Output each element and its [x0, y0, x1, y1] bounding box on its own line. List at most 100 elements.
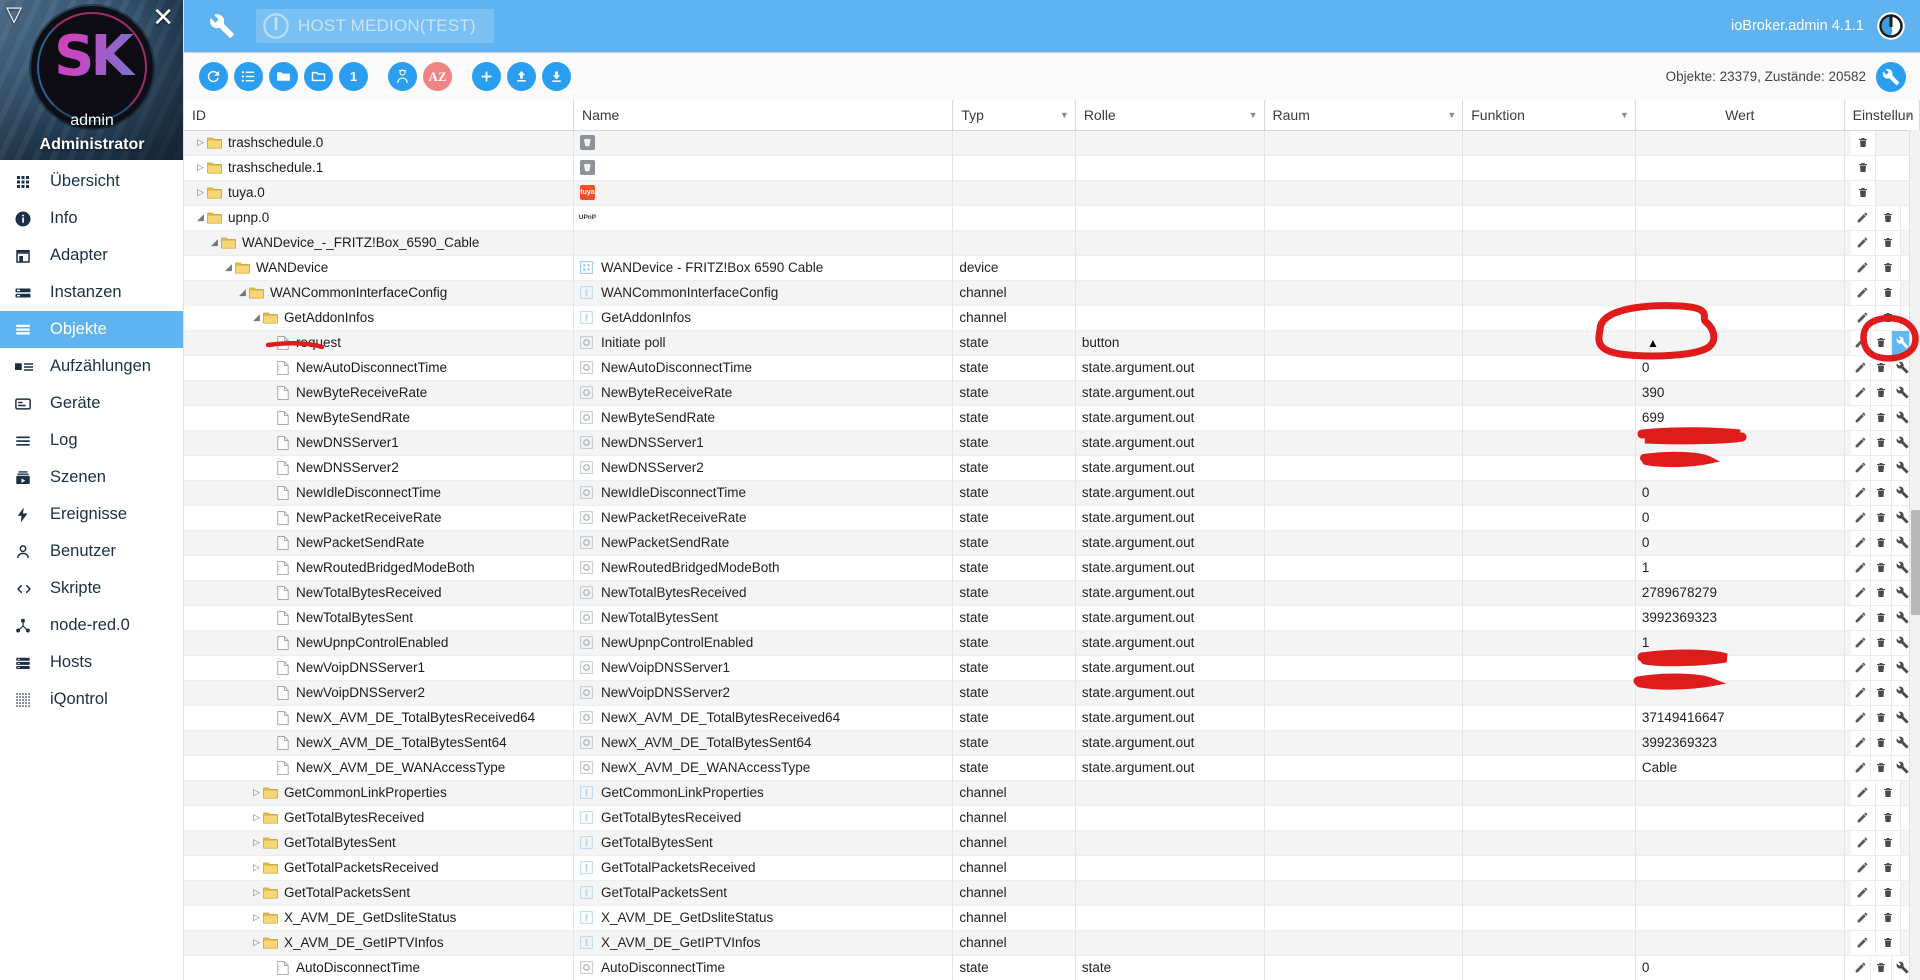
- cell-value[interactable]: [1635, 130, 1845, 156]
- delete-button[interactable]: [1871, 480, 1893, 504]
- table-row[interactable]: NewTotalBytesSent NewTotalBytesSent state s…: [184, 605, 1920, 631]
- sidebar-item-iqontrol[interactable]: iQontrol: [0, 681, 183, 718]
- cell-value[interactable]: [1635, 255, 1845, 281]
- chevron-down-icon[interactable]: ▼: [1447, 110, 1456, 120]
- table-row[interactable]: ◢ upnp.0 UPnP: [184, 205, 1920, 231]
- edit-button[interactable]: [1850, 255, 1876, 279]
- cell-value[interactable]: [1635, 880, 1845, 906]
- cell-id[interactable]: ▷ X_AVM_DE_GetDsliteStatus: [184, 905, 574, 931]
- cell-value[interactable]: [1635, 180, 1845, 206]
- edit-button[interactable]: [1850, 455, 1872, 479]
- delete-button[interactable]: [1871, 630, 1893, 654]
- wrench-icon[interactable]: [200, 13, 244, 39]
- delete-button[interactable]: [1871, 580, 1893, 604]
- chevron-down-icon[interactable]: ◢: [222, 262, 235, 273]
- cell-value[interactable]: [1635, 930, 1845, 956]
- table-row[interactable]: NewX_AVM_DE_TotalBytesSent64 NewX_AVM_DE_…: [184, 730, 1920, 756]
- cell-id[interactable]: NewPacketSendRate: [184, 530, 574, 556]
- delete-button[interactable]: [1875, 805, 1901, 829]
- delete-button[interactable]: [1871, 430, 1893, 454]
- delete-button[interactable]: [1875, 880, 1901, 904]
- cell-value[interactable]: [1635, 305, 1845, 331]
- edit-button[interactable]: [1850, 355, 1872, 379]
- chevron-down-icon[interactable]: ▼: [1060, 110, 1069, 120]
- sidebar-item-instanzen[interactable]: Instanzen: [0, 274, 183, 311]
- cell-id[interactable]: ▷ GetTotalBytesReceived: [184, 805, 574, 831]
- cell-id[interactable]: ◢ WANDevice_-_FRITZ!Box_6590_Cable: [184, 230, 574, 256]
- chevron-down-icon[interactable]: ◢: [194, 212, 207, 223]
- cell-value[interactable]: [1635, 455, 1845, 481]
- cell-value[interactable]: [1635, 280, 1845, 306]
- cell-id[interactable]: NewDNSServer2: [184, 455, 574, 481]
- cell-id[interactable]: ▷ trashschedule.0: [184, 130, 574, 156]
- edit-button[interactable]: [1850, 755, 1872, 779]
- cell-value[interactable]: [1635, 430, 1845, 456]
- table-row[interactable]: NewDNSServer2 NewDNSServer2 state state.arg…: [184, 455, 1920, 481]
- delete-button[interactable]: [1875, 205, 1901, 229]
- edit-button[interactable]: [1850, 930, 1876, 954]
- cell-value[interactable]: [1635, 905, 1845, 931]
- edit-button[interactable]: [1850, 505, 1872, 529]
- sort-alpha-button[interactable]: AZ: [423, 62, 452, 91]
- chevron-right-icon[interactable]: ▷: [250, 937, 263, 948]
- collapse-triangle-icon[interactable]: ▽: [6, 4, 22, 25]
- trigger-button-value[interactable]: ▲: [1642, 336, 1664, 350]
- cell-value[interactable]: 0: [1635, 355, 1845, 381]
- cell-id[interactable]: NewRoutedBridgedModeBoth: [184, 555, 574, 581]
- delete-button[interactable]: [1875, 830, 1901, 854]
- edit-button[interactable]: [1850, 705, 1872, 729]
- export-button[interactable]: [542, 62, 571, 91]
- edit-button[interactable]: [1850, 580, 1872, 604]
- cell-value[interactable]: [1635, 855, 1845, 881]
- delete-button[interactable]: [1871, 755, 1893, 779]
- delete-button[interactable]: [1871, 405, 1893, 429]
- delete-button[interactable]: [1871, 355, 1893, 379]
- column-header-funktion[interactable]: Funktion ▼: [1462, 100, 1636, 131]
- edit-button[interactable]: [1850, 405, 1872, 429]
- cell-value[interactable]: [1635, 805, 1845, 831]
- table-row[interactable]: NewX_AVM_DE_WANAccessType NewX_AVM_DE_WAN…: [184, 755, 1920, 781]
- cell-id[interactable]: NewIdleDisconnectTime: [184, 480, 574, 506]
- cell-value[interactable]: [1635, 155, 1845, 181]
- chevron-right-icon[interactable]: ▷: [250, 812, 263, 823]
- table-row[interactable]: ▷ GetTotalPacketsSent GetTotalPacketsSent c…: [184, 880, 1920, 906]
- delete-button[interactable]: [1875, 930, 1901, 954]
- edit-button[interactable]: [1850, 855, 1876, 879]
- column-header-typ[interactable]: Typ ▼: [952, 100, 1076, 131]
- edit-button[interactable]: [1850, 630, 1872, 654]
- cell-id[interactable]: ▷ GetTotalPacketsSent: [184, 880, 574, 906]
- delete-button[interactable]: [1875, 305, 1901, 329]
- cell-id[interactable]: ◢ GetAddonInfos: [184, 305, 574, 331]
- chevron-down-icon[interactable]: ▼: [1249, 110, 1258, 120]
- table-row[interactable]: request Initiate poll state button ▲: [184, 330, 1920, 356]
- cell-value[interactable]: [1635, 205, 1845, 231]
- cell-value[interactable]: 0: [1635, 505, 1845, 531]
- cell-id[interactable]: NewTotalBytesSent: [184, 605, 574, 631]
- cell-value[interactable]: [1635, 780, 1845, 806]
- sidebar-item-info[interactable]: Info: [0, 200, 183, 237]
- edit-button[interactable]: [1850, 905, 1876, 929]
- list-view-button[interactable]: [234, 62, 263, 91]
- table-row[interactable]: NewDNSServer1 NewDNSServer1 state state.arg…: [184, 430, 1920, 456]
- edit-button[interactable]: [1850, 530, 1872, 554]
- scrollbar-thumb[interactable]: [1911, 510, 1920, 615]
- delete-button[interactable]: [1871, 530, 1893, 554]
- delete-button[interactable]: [1871, 455, 1893, 479]
- table-row[interactable]: NewByteSendRate NewByteSendRate state state…: [184, 405, 1920, 431]
- cell-id[interactable]: ▷ tuya.0: [184, 180, 574, 206]
- table-row[interactable]: NewByteReceiveRate NewByteReceiveRate stat…: [184, 380, 1920, 406]
- table-row[interactable]: NewAutoDisconnectTime NewAutoDisconnectTi…: [184, 355, 1920, 381]
- sidebar-item-szenen[interactable]: Szenen: [0, 459, 183, 496]
- table-row[interactable]: ▷ trashschedule.0 🗑: [184, 130, 1920, 156]
- edit-button[interactable]: [1850, 480, 1872, 504]
- table-row[interactable]: ▷ X_AVM_DE_GetDsliteStatus X_AVM_DE_GetDsl…: [184, 905, 1920, 931]
- chevron-down-icon[interactable]: ▼: [1904, 110, 1913, 120]
- cell-id[interactable]: NewX_AVM_DE_TotalBytesReceived64: [184, 705, 574, 731]
- delete-button[interactable]: [1875, 780, 1901, 804]
- cell-id[interactable]: NewVoipDNSServer1: [184, 655, 574, 681]
- cell-id[interactable]: request: [184, 330, 574, 356]
- delete-button[interactable]: [1871, 705, 1893, 729]
- table-row[interactable]: ▷ tuya.0 tuya: [184, 180, 1920, 206]
- delete-button[interactable]: [1871, 330, 1893, 354]
- cell-id[interactable]: ◢ WANCommonInterfaceConfig: [184, 280, 574, 306]
